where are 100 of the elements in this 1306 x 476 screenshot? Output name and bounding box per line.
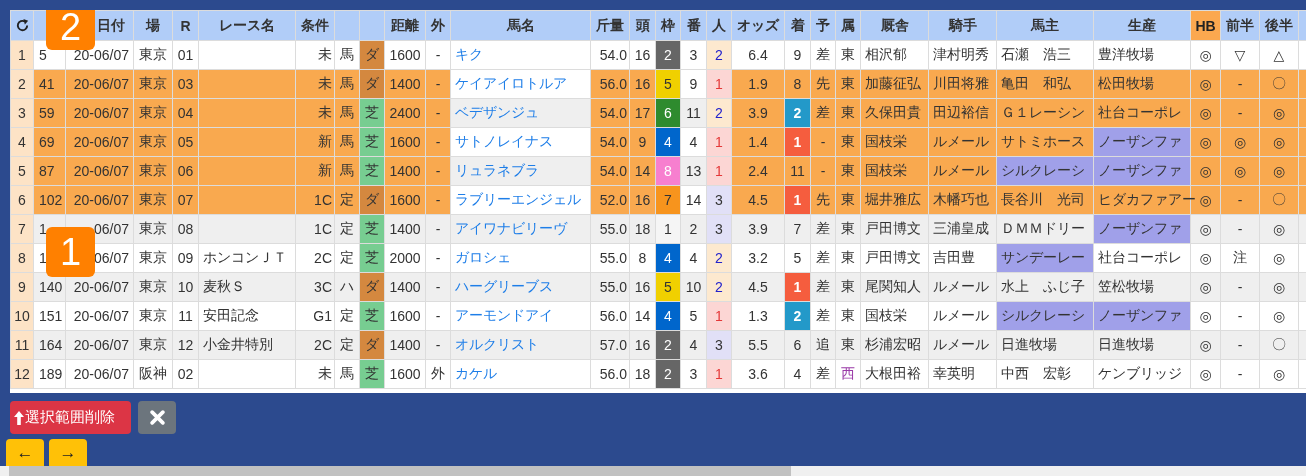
table-cell: 国枝栄 bbox=[860, 156, 929, 186]
table-cell: 堀井雅広 bbox=[860, 185, 929, 215]
column-header[interactable]: 前半 bbox=[1220, 10, 1260, 41]
cell-text: 1 bbox=[793, 192, 802, 208]
column-header[interactable]: 頭 bbox=[629, 10, 656, 41]
column-header[interactable]: 斤量 bbox=[590, 10, 630, 41]
horse-name-link[interactable]: ケイアイロトルア bbox=[450, 69, 591, 99]
horse-name-link[interactable]: アイワナビリーヴ bbox=[450, 214, 591, 244]
table-cell: 松田牧場 bbox=[1093, 69, 1191, 99]
column-header[interactable]: レース名 bbox=[198, 10, 296, 41]
cell-text: 7 bbox=[664, 192, 672, 208]
cell-text: 2 bbox=[715, 250, 723, 266]
column-header[interactable]: 馬主 bbox=[996, 10, 1094, 41]
step-number-tooltip: 1 bbox=[46, 227, 95, 277]
column-header[interactable]: 枠 bbox=[655, 10, 681, 41]
cell-text: 2 bbox=[715, 47, 723, 63]
table-cell: ルメール bbox=[928, 127, 997, 157]
cell-text: 芝 bbox=[365, 249, 379, 265]
table-cell: 吉田豊 bbox=[928, 243, 997, 273]
table-cell: 20-06/07 bbox=[65, 359, 134, 389]
column-header[interactable]: 着 bbox=[784, 10, 811, 41]
table-cell: 20-06/07 bbox=[65, 69, 134, 99]
step-number-tooltip: 2 bbox=[46, 10, 95, 50]
cell-text: 芝 bbox=[365, 365, 379, 381]
delete-selection-button[interactable]: 選択範囲削除 bbox=[10, 401, 131, 434]
column-header[interactable]: 騎手 bbox=[928, 10, 997, 41]
row-number: 1 bbox=[10, 40, 34, 70]
column-header[interactable]: 生産 bbox=[1093, 10, 1191, 41]
cell-text: ダ bbox=[365, 75, 379, 91]
cell-text: 芝 bbox=[365, 162, 379, 178]
table-cell: 20-06/07 bbox=[65, 330, 134, 360]
close-button[interactable] bbox=[138, 401, 176, 434]
row-number: 7 bbox=[10, 214, 34, 244]
up-arrow-icon bbox=[14, 410, 24, 425]
table-cell: 日進牧場 bbox=[996, 330, 1094, 360]
table-cell: 20-06/07 bbox=[65, 127, 134, 157]
column-header[interactable]: R bbox=[172, 10, 199, 41]
cell-text: ノーザンファ bbox=[1098, 307, 1182, 323]
scrollbar[interactable] bbox=[0, 466, 1306, 476]
table-cell: 小金井特別 bbox=[198, 330, 296, 360]
column-header[interactable] bbox=[10, 10, 34, 41]
cell-text: 5 bbox=[664, 76, 672, 92]
column-header[interactable]: オッズ bbox=[731, 10, 785, 41]
refresh-icon[interactable] bbox=[14, 18, 30, 33]
arrow-button[interactable]: → bbox=[49, 439, 87, 466]
column-header[interactable]: 距離 bbox=[384, 10, 426, 41]
cell-text: 1 bbox=[715, 163, 723, 179]
cell-text: 2 bbox=[793, 308, 802, 324]
scrollbar-thumb[interactable] bbox=[9, 466, 791, 476]
column-header[interactable]: 馬名 bbox=[450, 10, 591, 41]
cell-text: 8 bbox=[664, 163, 672, 179]
row-number: 11 bbox=[10, 330, 34, 360]
table-cell: 水上 ふじ子 bbox=[996, 272, 1094, 302]
column-header[interactable]: 条件 bbox=[295, 10, 335, 41]
table-cell: 安田記念 bbox=[198, 301, 296, 331]
column-header[interactable]: 人 bbox=[706, 10, 732, 41]
cell-text: ダ bbox=[365, 278, 379, 294]
row-number: 4 bbox=[10, 127, 34, 157]
table-cell: 20-06/07 bbox=[65, 185, 134, 215]
cell-text: 1 bbox=[715, 134, 723, 150]
column-header[interactable]: HB bbox=[1190, 10, 1221, 41]
table-cell: 杉浦宏昭 bbox=[860, 330, 929, 360]
cell-text: ダ bbox=[365, 191, 379, 207]
horse-name-link[interactable]: オルクリスト bbox=[450, 330, 591, 360]
horse-name-link[interactable]: リュラネブラ bbox=[450, 156, 591, 186]
horse-name-link[interactable]: ハーグリーブス bbox=[450, 272, 591, 302]
table-cell: ＤＭＭドリー bbox=[996, 214, 1094, 244]
cell-text: ノーザンファ bbox=[1098, 133, 1182, 149]
horse-name-link[interactable]: ガロシェ bbox=[450, 243, 591, 273]
table-cell: 幸英明 bbox=[928, 359, 997, 389]
cell-text: 2 bbox=[664, 366, 672, 382]
close-icon bbox=[149, 410, 165, 425]
table-cell: 久保田貴 bbox=[860, 98, 929, 128]
horse-name-link[interactable]: カケル bbox=[450, 359, 591, 389]
cell-text: サンデーレー bbox=[1001, 249, 1085, 265]
table-cell: 相沢郁 bbox=[860, 40, 929, 70]
column-header[interactable]: 場 bbox=[133, 10, 173, 41]
cell-text: 1 bbox=[715, 366, 723, 382]
cell-text: ダ bbox=[365, 46, 379, 62]
table-cell: 戸田博文 bbox=[860, 243, 929, 273]
column-header[interactable]: 番 bbox=[680, 10, 707, 41]
row-number: 9 bbox=[10, 272, 34, 302]
table-cell: ルメール bbox=[928, 272, 997, 302]
horse-name-link[interactable]: アーモンドアイ bbox=[450, 301, 591, 331]
column-header[interactable]: 厩舎 bbox=[860, 10, 929, 41]
column-header[interactable]: 外 bbox=[425, 10, 451, 41]
cell-text: 3 bbox=[715, 337, 723, 353]
column-header[interactable]: 属 bbox=[835, 10, 861, 41]
column-header[interactable]: 後半 bbox=[1259, 10, 1299, 41]
cell-text: 1 bbox=[793, 134, 802, 150]
horse-name-link[interactable]: ベデザンジュ bbox=[450, 98, 591, 128]
table-cell: ケンブリッジ bbox=[1093, 359, 1191, 389]
column-header[interactable]: 予 bbox=[810, 10, 836, 41]
table-cell: 20-06/07 bbox=[65, 156, 134, 186]
horse-name-link[interactable]: キク bbox=[450, 40, 591, 70]
table-cell: 石瀬 浩三 bbox=[996, 40, 1094, 70]
arrow-button[interactable]: ← bbox=[6, 439, 44, 466]
horse-name-link[interactable]: ラブリーエンジェル bbox=[450, 185, 591, 215]
cell-text: 芝 bbox=[365, 133, 379, 149]
horse-name-link[interactable]: サトノレイナス bbox=[450, 127, 591, 157]
